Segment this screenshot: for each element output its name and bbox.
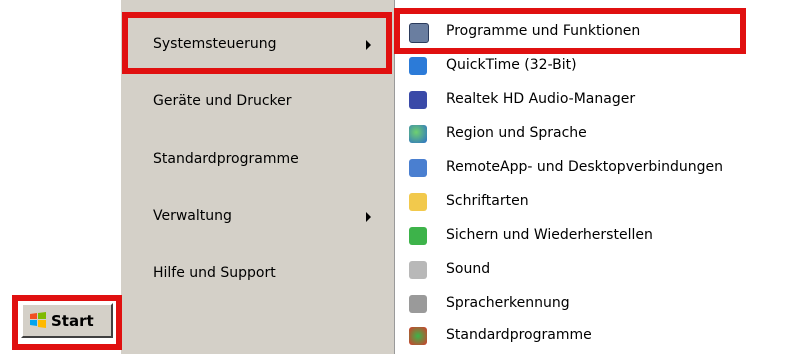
menu-item-label: Geräte und Drucker xyxy=(153,93,292,109)
submenu-arrow-icon xyxy=(366,40,371,50)
submenu-item-label: Sound xyxy=(446,261,491,277)
submenu-item-label: Region und Sprache xyxy=(446,125,587,141)
submenu-arrow-icon xyxy=(366,212,371,222)
submenu-item-programme-und-funktionen[interactable]: Programme und Funktionen xyxy=(395,16,798,49)
submenu-item-label: Programme und Funktionen xyxy=(446,23,641,39)
menu-item-label: Systemsteuerung xyxy=(153,36,277,52)
menu-item-label: Standardprogramme xyxy=(153,151,299,167)
submenu-item-schriftarten[interactable]: Schriftarten xyxy=(395,186,798,219)
submenu-item-remoteapp[interactable]: RemoteApp- und Desktopverbindungen xyxy=(395,152,798,185)
menu-item-label: Hilfe und Support xyxy=(153,265,276,281)
globe-icon xyxy=(409,125,427,143)
speaker-icon xyxy=(409,261,427,279)
control-panel-submenu: Programme und Funktionen QuickTime (32-B… xyxy=(394,0,798,354)
programs-icon xyxy=(409,23,429,43)
menu-item-label: Verwaltung xyxy=(153,208,232,224)
submenu-item-label: Schriftarten xyxy=(446,193,529,209)
submenu-item-label: Sichern und Wiederherstellen xyxy=(446,227,653,243)
submenu-item-label: Standardprogramme xyxy=(446,327,592,343)
submenu-item-region-und-sprache[interactable]: Region und Sprache xyxy=(395,118,798,151)
submenu-item-label: RemoteApp- und Desktopverbindungen xyxy=(446,159,723,175)
submenu-item-spracherkennung[interactable]: Spracherkennung xyxy=(395,288,798,321)
submenu-item-standardprogramme[interactable]: Standardprogramme xyxy=(395,320,798,353)
fonts-icon xyxy=(409,193,427,211)
start-menu-right-pane: Systemsteuerung Geräte und Drucker Stand… xyxy=(121,0,394,354)
submenu-item-sound[interactable]: Sound xyxy=(395,254,798,287)
start-menu-item-systemsteuerung[interactable]: Systemsteuerung xyxy=(121,21,394,71)
start-menu-item-standardprogramme[interactable]: Standardprogramme xyxy=(121,136,394,186)
start-button[interactable]: Start xyxy=(21,303,113,338)
start-label: Start xyxy=(51,312,94,330)
microphone-icon xyxy=(409,295,427,313)
quicktime-icon xyxy=(409,57,427,75)
default-programs-icon xyxy=(409,327,427,345)
realtek-audio-icon xyxy=(409,91,427,109)
submenu-item-sichern[interactable]: Sichern und Wiederherstellen xyxy=(395,220,798,253)
start-menu-item-verwaltung[interactable]: Verwaltung xyxy=(121,193,394,243)
backup-icon xyxy=(409,227,427,245)
submenu-item-label: Realtek HD Audio-Manager xyxy=(446,91,636,107)
submenu-item-quicktime[interactable]: QuickTime (32-Bit) xyxy=(395,50,798,83)
windows-logo-icon xyxy=(30,312,46,328)
submenu-item-label: QuickTime (32-Bit) xyxy=(446,57,577,73)
submenu-item-realtek[interactable]: Realtek HD Audio-Manager xyxy=(395,84,798,117)
remote-desktop-icon xyxy=(409,159,427,177)
start-menu-item-hilfe-und-support[interactable]: Hilfe und Support xyxy=(121,250,394,300)
submenu-item-label: Spracherkennung xyxy=(446,295,570,311)
start-menu-item-geraete-und-drucker[interactable]: Geräte und Drucker xyxy=(121,78,394,128)
